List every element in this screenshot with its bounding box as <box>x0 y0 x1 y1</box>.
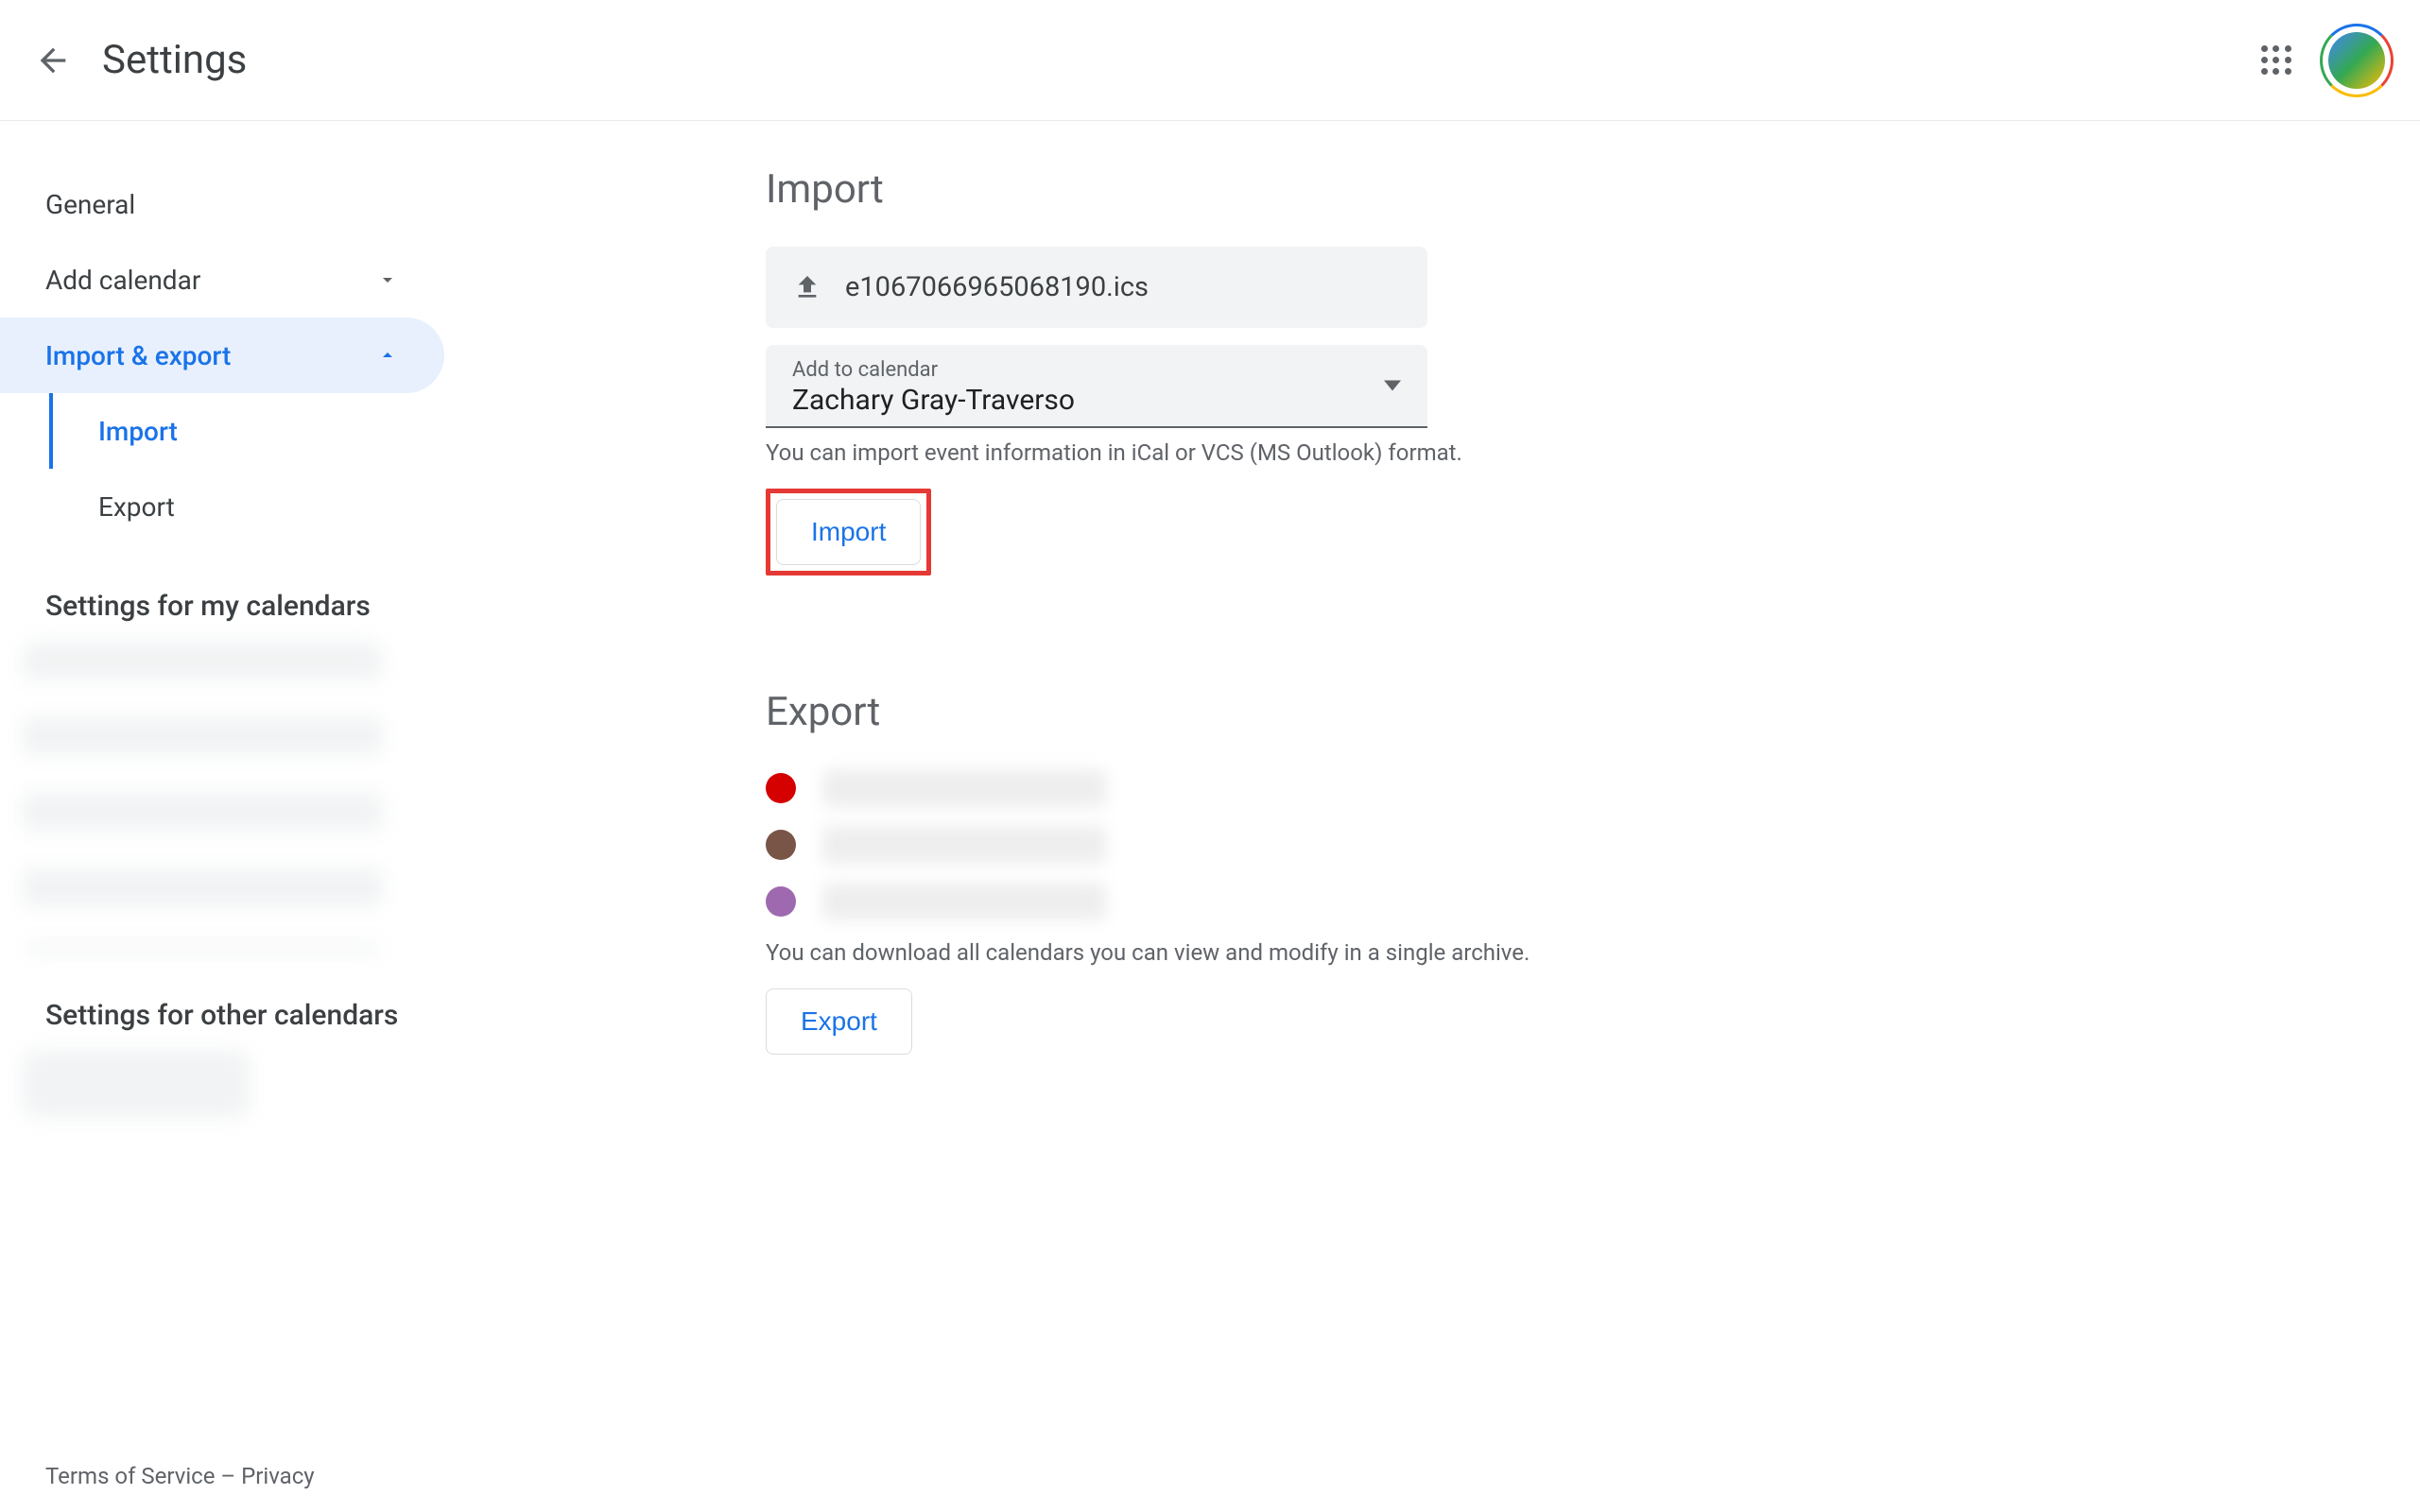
file-upload-field[interactable]: e1067066965068190.ics <box>766 247 1427 328</box>
sidebar-subitem-label: Import <box>98 416 178 447</box>
chevron-up-icon <box>376 344 399 367</box>
sidebar-section-other-calendars: Settings for other calendars <box>0 954 454 1051</box>
uploaded-filename: e1067066965068190.ics <box>845 271 1149 303</box>
button-label: Import <box>811 517 886 547</box>
calendar-color-dot <box>766 830 796 860</box>
export-section-title: Export <box>766 689 2420 735</box>
import-section-title: Import <box>766 166 2420 213</box>
select-value: Zachary Gray-Traverso <box>792 384 1401 417</box>
page-title: Settings <box>102 37 247 83</box>
calendar-color-dot <box>766 773 796 803</box>
main-content: Import e1067066965068190.ics Add to cale… <box>454 121 2420 1455</box>
redacted-calendar-name <box>822 769 1106 807</box>
sidebar-section-my-calendars: Settings for my calendars <box>0 544 454 642</box>
select-label: Add to calendar <box>792 358 1401 382</box>
sidebar-subitem-import[interactable]: Import <box>49 393 454 469</box>
import-button[interactable]: Import <box>776 499 921 565</box>
sidebar-item-label: General <box>45 189 135 220</box>
redacted-calendar-name <box>822 883 1106 920</box>
sidebar-item-label: Add calendar <box>45 265 200 296</box>
add-to-calendar-select[interactable]: Add to calendar Zachary Gray-Traverso <box>766 345 1427 428</box>
sidebar-item-import-export[interactable]: Import & export <box>0 318 444 393</box>
redacted-other-calendars <box>23 1051 250 1117</box>
avatar-image <box>2328 32 2385 89</box>
sidebar-subitem-label: Export <box>98 491 175 523</box>
sidebar: General Add calendar Import & export Imp… <box>0 121 454 1455</box>
privacy-link[interactable]: Privacy <box>241 1463 315 1489</box>
button-label: Export <box>801 1006 877 1037</box>
header-bar: Settings <box>0 0 2420 121</box>
footer-separator: – <box>215 1463 241 1489</box>
footer: Terms of Service – Privacy <box>45 1463 315 1489</box>
redacted-calendar-name <box>822 826 1106 864</box>
export-calendar-row <box>766 826 2420 864</box>
export-hint-text: You can download all calendars you can v… <box>766 939 2420 966</box>
calendar-color-dot <box>766 886 796 917</box>
sidebar-item-add-calendar[interactable]: Add calendar <box>0 242 444 318</box>
sidebar-subitem-export[interactable]: Export <box>49 469 454 544</box>
terms-link[interactable]: Terms of Service <box>45 1463 215 1489</box>
export-calendar-row <box>766 769 2420 807</box>
header-right <box>2259 0 2394 120</box>
import-hint-text: You can import event information in iCal… <box>766 439 2420 466</box>
arrow-left-icon <box>34 42 72 79</box>
back-button[interactable] <box>26 34 79 87</box>
sidebar-item-label: Import & export <box>45 340 231 371</box>
redacted-my-calendars <box>23 642 382 954</box>
upload-icon <box>792 272 822 302</box>
body: General Add calendar Import & export Imp… <box>0 121 2420 1455</box>
dropdown-arrow-icon <box>1384 381 1401 391</box>
chevron-down-icon <box>376 268 399 291</box>
sidebar-item-general[interactable]: General <box>0 166 444 242</box>
export-section: Export You can download all calendars yo… <box>766 689 2420 1055</box>
account-avatar[interactable] <box>2320 24 2394 97</box>
apps-grid-icon[interactable] <box>2259 43 2293 77</box>
export-button[interactable]: Export <box>766 988 912 1055</box>
tutorial-highlight: Import <box>766 489 931 576</box>
export-calendar-row <box>766 883 2420 920</box>
